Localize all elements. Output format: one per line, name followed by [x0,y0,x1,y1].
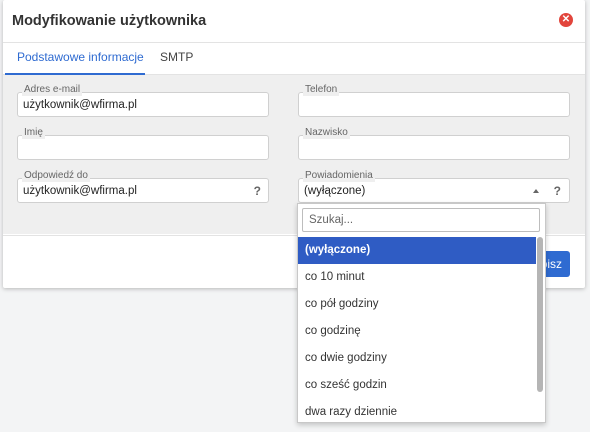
option-hourly[interactable]: co godzinę [298,318,536,345]
reply-to-field[interactable]: Odpowiedź do użytkownik@wfirma.pl ? [17,170,269,203]
option-two-hours[interactable]: co dwie godziny [298,345,536,372]
dropdown-scrollbar-thumb[interactable] [537,237,543,392]
last-name-field[interactable]: Nazwisko [298,127,570,160]
phone-label: Telefon [303,84,340,96]
first-name-label: Imię [22,127,45,139]
phone-field[interactable]: Telefon [298,84,570,117]
notifications-label: Powiadomienia [303,170,375,182]
option-half-hour[interactable]: co pół godziny [298,291,536,318]
modal-header: Modyfikowanie użytkownika ✕ [3,0,585,43]
notifications-help-icon[interactable]: ? [554,184,561,198]
dropdown-options: (wyłączone) co 10 minut co pół godziny c… [298,237,536,422]
dropdown-search-input[interactable] [302,208,540,232]
email-value: użytkownik@wfirma.pl [23,99,137,111]
close-icon[interactable]: ✕ [559,13,573,27]
tab-basic-info[interactable]: Podstawowe informacje [17,42,144,72]
last-name-label: Nazwisko [303,127,350,139]
email-field[interactable]: Adres e-mail użytkownik@wfirma.pl [17,84,269,117]
notifications-select[interactable]: Powiadomienia (wyłączone) ? [298,170,570,203]
reply-to-label: Odpowiedź do [22,170,90,182]
option-six-hours[interactable]: co sześć godzin [298,372,536,399]
option-disabled[interactable]: (wyłączone) [298,237,536,264]
tab-bar: Podstawowe informacje SMTP [3,42,585,75]
reply-to-help-icon[interactable]: ? [254,184,261,198]
reply-to-value: użytkownik@wfirma.pl [23,185,137,197]
option-twice-daily[interactable]: dwa razy dziennie [298,399,536,422]
first-name-field[interactable]: Imię [17,127,269,160]
notifications-dropdown: (wyłączone) co 10 minut co pół godziny c… [297,203,546,423]
caret-up-icon[interactable] [533,189,539,193]
dropdown-scrollbar[interactable] [537,237,543,420]
option-10-minutes[interactable]: co 10 minut [298,264,536,291]
email-label: Adres e-mail [22,84,83,96]
notifications-value: (wyłączone) [304,185,366,197]
modal-title: Modyfikowanie użytkownika [12,13,207,29]
tab-smtp[interactable]: SMTP [160,42,193,72]
